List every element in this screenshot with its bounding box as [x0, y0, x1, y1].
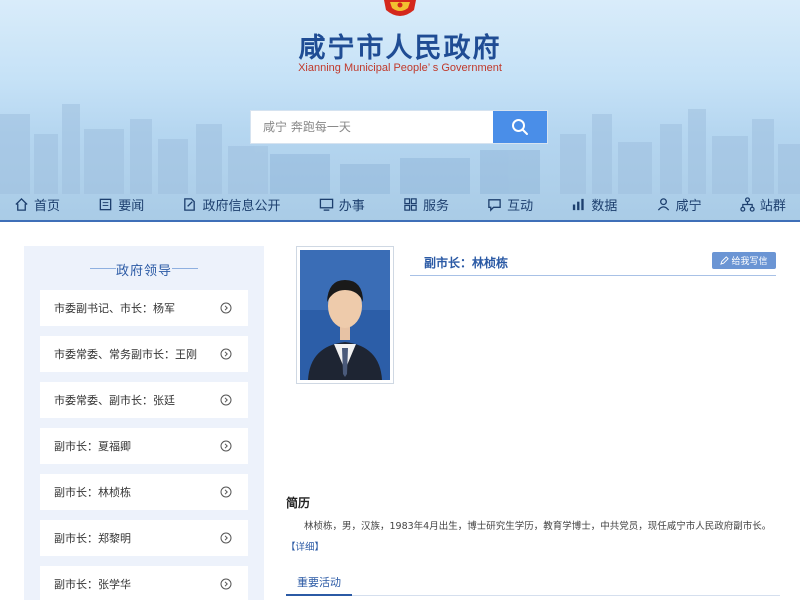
nav-item-label: 站群 [759, 198, 786, 214]
portrait-image [300, 250, 390, 380]
chevron-right-circle-icon [220, 394, 232, 406]
detail-link[interactable]: 【详细】 [286, 542, 324, 553]
chevron-right-circle-icon [220, 440, 232, 452]
sitemap-icon [740, 196, 755, 212]
document-icon [184, 197, 196, 211]
search-button[interactable] [493, 111, 547, 143]
resume-text: 林桢栋，男，汉族，1983年4月出生，博士研究生学历，教育学博士，中共党员，现任… [286, 516, 780, 558]
nav-item-label: 办事 [338, 198, 365, 214]
title-decoration-right [172, 268, 198, 269]
nav-item-label: 咸宁 [675, 198, 702, 214]
main-nav: 首页 要闻 政府信息公开 办事 服务 互动 数据 咸宁 站群 [0, 190, 800, 218]
profile-photo [296, 246, 394, 384]
write-letter-label: 给我写信 [731, 257, 768, 267]
nav-item-gov-info[interactable]: 政府信息公开 [182, 190, 280, 218]
search-box [250, 110, 548, 144]
news-icon [99, 198, 112, 210]
sidebar-item-label: 市委副书记、市长：杨军 [54, 302, 175, 315]
nav-item-label: 要闻 [118, 198, 145, 214]
grid-icon [404, 197, 417, 211]
chevron-right-circle-icon [220, 302, 232, 314]
site-subtitle: Xianning Municipal People’ s Government [298, 62, 502, 74]
sidebar-item-leader[interactable]: 副市长：郑黎明 [40, 520, 248, 556]
nav-item-label: 数据 [591, 198, 618, 214]
sidebar-item-leader[interactable]: 副市长：林桢栋 [40, 474, 248, 510]
home-icon [15, 197, 28, 211]
nav-item-site-group[interactable]: 站群 [740, 190, 786, 218]
nav-item-data[interactable]: 数据 [571, 190, 617, 218]
nav-item-label: 政府信息公开 [202, 198, 281, 214]
nav-item-services-affairs[interactable]: 办事 [319, 190, 365, 218]
profile-title: 副市长：林桢栋 [424, 256, 509, 270]
sidebar-item-label: 副市长：林桢栋 [54, 486, 131, 499]
site-header: 咸宁市人民政府 Xianning Municipal People’ s Gov… [0, 0, 800, 222]
tab-divider [352, 595, 780, 596]
sidebar-item-leader[interactable]: 副市长：张学华 [40, 566, 248, 600]
nav-item-xianning[interactable]: 咸宁 [656, 190, 702, 218]
leader-list: 市委副书记、市长：杨军 市委常委、常务副市长：王刚 市委常委、副市长：张廷 副市… [40, 290, 248, 600]
sidebar-item-label: 副市长：夏福卿 [54, 440, 131, 453]
sidebar: 政府领导 市委副书记、市长：杨军 市委常委、常务副市长：王刚 市委常委、副市长：… [24, 246, 264, 600]
site-title: 咸宁市人民政府 [298, 33, 502, 64]
sidebar-item-label: 市委常委、副市长：张廷 [54, 394, 175, 407]
title-divider [410, 275, 776, 276]
sidebar-item-leader[interactable]: 市委副书记、市长：杨军 [40, 290, 248, 326]
nav-item-label: 服务 [422, 198, 449, 214]
nav-item-home[interactable]: 首页 [14, 190, 60, 218]
sidebar-item-label: 市委常委、常务副市长：王刚 [54, 348, 197, 361]
active-tab-indicator [286, 594, 352, 596]
search-icon [512, 119, 528, 135]
sidebar-item-leader[interactable]: 市委常委、副市长：张廷 [40, 382, 248, 418]
pencil-icon [720, 256, 730, 265]
write-letter-button[interactable]: 给我写信 [712, 252, 776, 269]
nav-item-label: 首页 [34, 198, 61, 214]
bar-chart-icon [573, 198, 585, 210]
chevron-right-circle-icon [220, 532, 232, 544]
header-divider [0, 220, 800, 222]
sidebar-item-leader[interactable]: 副市长：夏福卿 [40, 428, 248, 464]
chat-icon [488, 198, 501, 212]
chevron-right-circle-icon [220, 486, 232, 498]
nav-item-label: 互动 [507, 198, 534, 214]
sidebar-item-label: 副市长：张学华 [54, 578, 131, 591]
search-input[interactable] [251, 111, 493, 143]
sidebar-title: 政府领导 [115, 264, 172, 279]
nav-item-interaction[interactable]: 互动 [487, 190, 533, 218]
chevron-right-circle-icon [220, 578, 232, 590]
national-emblem-icon [384, 0, 416, 16]
nav-item-service[interactable]: 服务 [403, 190, 449, 218]
nav-item-news[interactable]: 要闻 [98, 190, 144, 218]
sidebar-item-leader[interactable]: 市委常委、常务副市长：王刚 [40, 336, 248, 372]
resume-body: 林桢栋，男，汉族，1983年4月出生，博士研究生学历，教育学博士，中共党员，现任… [304, 521, 772, 532]
resume-heading: 简历 [286, 496, 311, 510]
sidebar-item-label: 副市长：郑黎明 [54, 532, 131, 545]
monitor-icon [319, 198, 333, 211]
person-icon [657, 197, 669, 211]
chevron-right-circle-icon [220, 348, 232, 360]
